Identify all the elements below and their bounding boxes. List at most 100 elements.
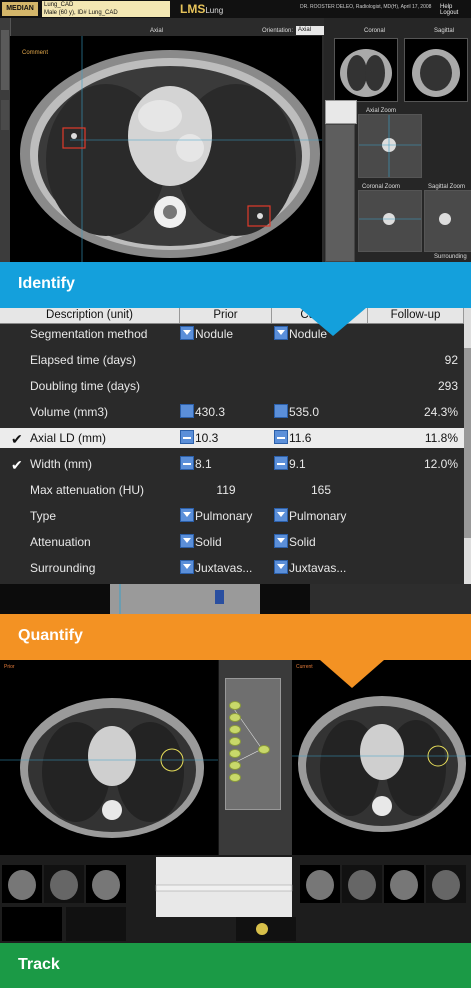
comment-label: Comment bbox=[22, 50, 49, 56]
cell-prior[interactable]: 10.3 bbox=[180, 428, 272, 448]
axial-zoom-image bbox=[359, 115, 421, 177]
cell-prior[interactable]: Nodule bbox=[180, 324, 272, 344]
cell-current-value: Pulmonary bbox=[289, 509, 347, 523]
dropdown-icon[interactable] bbox=[180, 560, 194, 574]
side-tab-viewing[interactable] bbox=[1, 30, 9, 90]
track-node[interactable] bbox=[229, 701, 241, 710]
coronal-label: Coronal bbox=[364, 28, 386, 34]
more-icon[interactable] bbox=[180, 404, 194, 418]
row-label: Type bbox=[30, 509, 57, 523]
track-banner: Track bbox=[0, 943, 471, 988]
table-row[interactable]: Surrounding Juxtavas... Juxtavas... bbox=[0, 558, 464, 578]
dropdown-icon[interactable] bbox=[274, 534, 288, 548]
dropdown-icon[interactable] bbox=[180, 508, 194, 522]
ruler-icon[interactable] bbox=[180, 456, 194, 470]
quantify-banner: Quantify bbox=[0, 614, 471, 660]
track-node[interactable] bbox=[229, 713, 241, 722]
dropdown-icon[interactable] bbox=[274, 326, 288, 340]
side-tab-report[interactable] bbox=[1, 100, 9, 130]
dropdown-icon[interactable] bbox=[274, 508, 288, 522]
row-label: Segmentation method bbox=[30, 327, 148, 341]
axial-view-label: Axial bbox=[150, 28, 164, 34]
cell-prior-value: Nodule bbox=[195, 327, 234, 341]
table-row[interactable]: Width (mm) 8.1 9.1 12.0% bbox=[0, 454, 464, 474]
identify-banner: Identify bbox=[0, 262, 471, 308]
dropdown-icon[interactable] bbox=[274, 560, 288, 574]
app-name-suffix: Lung bbox=[205, 6, 224, 15]
column-prior[interactable]: Prior bbox=[180, 308, 272, 323]
table-row[interactable]: Doubling time (days) 293 bbox=[0, 376, 464, 396]
cell-current-value: 9.1 bbox=[289, 457, 306, 471]
app-name: LMSLung bbox=[180, 2, 223, 16]
axial-zoom-view[interactable] bbox=[358, 114, 422, 178]
column-description[interactable]: Description (unit) bbox=[0, 308, 180, 323]
track-node[interactable] bbox=[229, 737, 241, 746]
current-ct-view[interactable]: Current bbox=[292, 660, 471, 855]
identify-screenshot: MEDIAN Lung_CAD Male (60 y), ID# Lung_CA… bbox=[0, 0, 471, 262]
tracking-graph[interactable] bbox=[225, 678, 281, 810]
cell-followup bbox=[370, 506, 458, 526]
cell-current-value: 165 bbox=[310, 483, 332, 497]
thumbnail-strip bbox=[0, 855, 471, 943]
coronal-zoom-view[interactable] bbox=[358, 190, 422, 252]
patient-details: Male (60 y), ID# Lung_CAD bbox=[44, 10, 118, 16]
cell-prior-value: 8.1 bbox=[195, 457, 212, 471]
table-scrollbar-thumb[interactable] bbox=[464, 348, 471, 538]
sagittal-thumbnail[interactable] bbox=[404, 38, 468, 102]
dropdown-icon[interactable] bbox=[180, 534, 194, 548]
cell-prior[interactable]: 430.3 bbox=[180, 402, 272, 422]
table-row[interactable]: Elapsed time (days) 92 bbox=[0, 350, 464, 370]
ruler-icon[interactable] bbox=[180, 430, 194, 444]
ruler-icon[interactable] bbox=[274, 456, 288, 470]
table-body: Segmentation method Nodule Nodule Elapsed t… bbox=[0, 324, 464, 584]
cell-current-value: 11.6 bbox=[289, 431, 312, 445]
cell-prior bbox=[180, 376, 272, 396]
cell-prior[interactable]: Pulmonary bbox=[180, 506, 272, 526]
cell-current[interactable]: Pulmonary bbox=[274, 506, 368, 526]
coronal-thumbnail[interactable] bbox=[334, 38, 398, 102]
patient-name: Lung_CAD bbox=[44, 2, 74, 8]
track-node-current[interactable] bbox=[258, 745, 270, 754]
cell-prior[interactable]: 8.1 bbox=[180, 454, 272, 474]
logout-label[interactable]: Logout bbox=[440, 10, 458, 16]
cell-current: 165 bbox=[274, 480, 368, 500]
sagittal-image bbox=[405, 39, 467, 101]
track-node[interactable] bbox=[229, 773, 241, 782]
cell-prior[interactable]: Juxtavas... bbox=[180, 558, 272, 578]
toolbar-tools[interactable] bbox=[325, 100, 357, 124]
dropdown-icon[interactable] bbox=[180, 326, 194, 340]
row-label: Volume (mm3) bbox=[30, 405, 109, 419]
identify-pointer bbox=[300, 308, 366, 336]
table-row[interactable]: Axial LD (mm) 10.3 11.6 11.8% bbox=[0, 428, 464, 448]
cell-prior[interactable]: Solid bbox=[180, 532, 272, 552]
axial-ct-view[interactable]: Comment bbox=[10, 36, 322, 262]
cell-current[interactable]: 9.1 bbox=[274, 454, 368, 474]
row-label: Attenuation bbox=[30, 535, 91, 549]
cell-prior-value: 119 bbox=[216, 483, 236, 497]
help-link[interactable]: Help Logout bbox=[440, 4, 471, 16]
track-node[interactable] bbox=[229, 725, 241, 734]
orientation-label: Orientation: bbox=[262, 28, 294, 34]
cell-current[interactable]: Juxtavas... bbox=[274, 558, 368, 578]
track-node[interactable] bbox=[229, 749, 241, 758]
table-row[interactable]: Type Pulmonary Pulmonary bbox=[0, 506, 464, 526]
table-row[interactable]: Max attenuation (HU) 119 165 bbox=[0, 480, 464, 500]
table-row[interactable]: Volume (mm3) 430.3 535.0 24.3% bbox=[0, 402, 464, 422]
ruler-icon[interactable] bbox=[274, 430, 288, 444]
cell-current[interactable]: 11.6 bbox=[274, 428, 368, 448]
cell-current[interactable]: 535.0 bbox=[274, 402, 368, 422]
sagittal-zoom-view[interactable] bbox=[424, 190, 471, 252]
prior-ct-view[interactable]: Prior bbox=[0, 660, 218, 855]
row-label: Doubling time (days) bbox=[30, 379, 141, 393]
more-icon[interactable] bbox=[274, 404, 288, 418]
tool-pane bbox=[325, 124, 355, 262]
table-row[interactable]: Segmentation method Nodule Nodule bbox=[0, 324, 464, 344]
cell-current[interactable]: Solid bbox=[274, 532, 368, 552]
track-node[interactable] bbox=[229, 761, 241, 770]
row-checkbox[interactable] bbox=[11, 456, 25, 470]
orientation-select[interactable]: Axial bbox=[296, 26, 326, 35]
row-checkbox[interactable] bbox=[11, 430, 25, 444]
table-row[interactable]: Attenuation Solid Solid bbox=[0, 532, 464, 552]
cell-followup bbox=[370, 480, 458, 500]
column-followup[interactable]: Follow-up bbox=[368, 308, 464, 323]
